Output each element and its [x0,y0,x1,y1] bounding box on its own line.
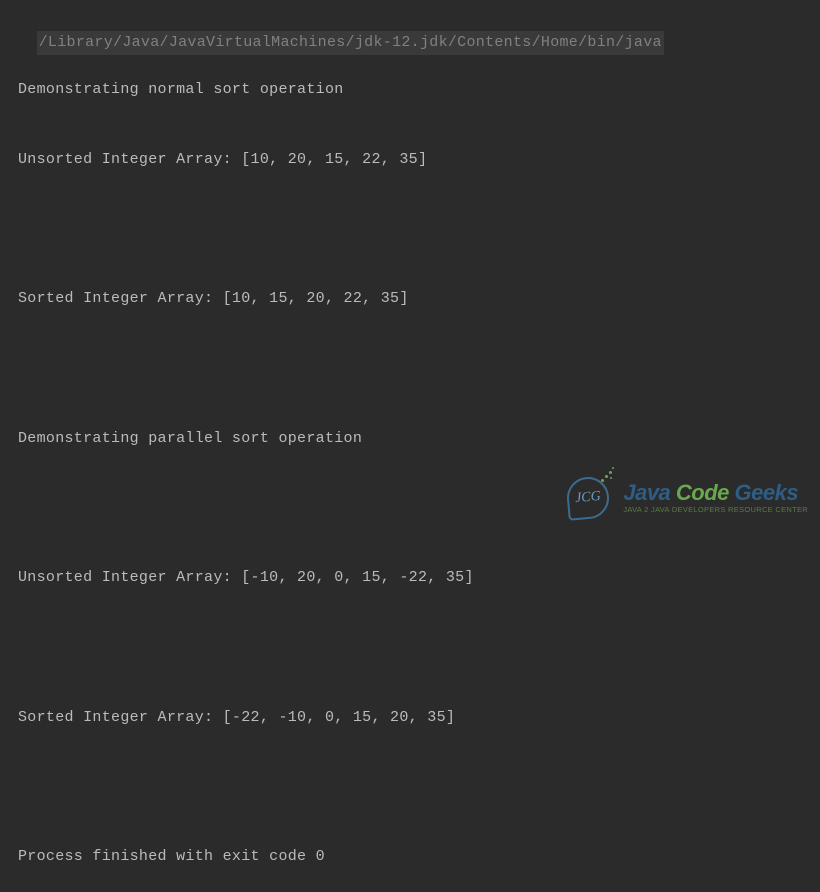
brand-text: Java Code Geeks Java 2 Java Developers R… [623,482,808,514]
output-line [18,775,802,798]
output-line: Demonstrating normal sort operation [18,78,802,101]
brand-tagline: Java 2 Java Developers Resource Center [623,506,808,514]
output-line [18,217,802,240]
output-line: Unsorted Integer Array: [10, 20, 15, 22,… [18,148,802,171]
jcg-badge-icon: JCG [561,471,615,525]
output-line [18,357,802,380]
output-line [18,636,802,659]
output-line: Demonstrating parallel sort operation [18,427,802,450]
jcg-badge-text: JCG [575,486,602,510]
output-line: Process finished with exit code 0 [18,845,802,868]
java-path-line: /Library/Java/JavaVirtualMachines/jdk-12… [37,31,664,54]
output-line: Sorted Integer Array: [10, 15, 20, 22, 3… [18,287,802,310]
output-line: Sorted Integer Array: [-22, -10, 0, 15, … [18,706,802,729]
dots-decoration-icon [599,465,617,485]
output-line: Unsorted Integer Array: [-10, 20, 0, 15,… [18,566,802,589]
console-output: /Library/Java/JavaVirtualMachines/jdk-12… [18,8,802,892]
brand-title: Java Code Geeks [623,482,808,504]
brand-logo: JCG Java Code Geeks Java 2 Java Develope… [561,471,808,525]
